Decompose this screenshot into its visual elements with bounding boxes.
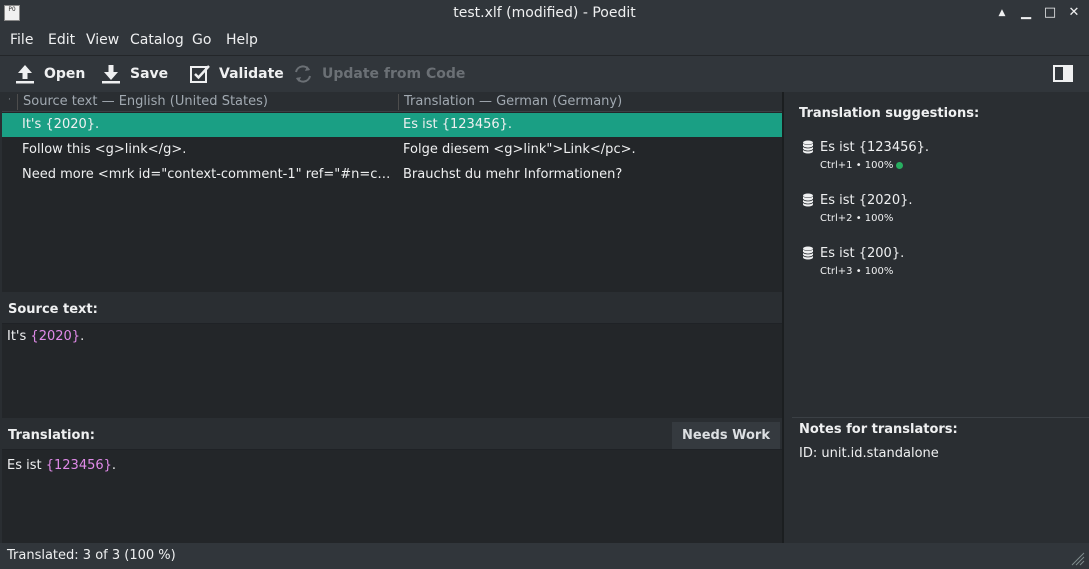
menu-bar: File Edit View Catalog Go Help — [0, 27, 1089, 55]
minimize-button[interactable]: ▁ — [1017, 4, 1035, 22]
row-source: It's {2020}. — [22, 117, 100, 132]
sync-icon — [295, 65, 311, 83]
window-title: test.xlf (modified) - Poedit — [453, 5, 636, 21]
maximize-button[interactable]: □ — [1041, 4, 1059, 22]
status-bar: Translated: 3 of 3 (100 %) — [0, 543, 1089, 569]
open-label: Open — [44, 66, 86, 82]
database-icon — [802, 193, 814, 207]
suggestion-shortcut: Ctrl+3 • 100% — [820, 266, 894, 277]
translation-text-plain: Es ist — [7, 458, 46, 473]
suggestion-item[interactable]: Es ist {123456}. Ctrl+1 • 100% — [802, 138, 1082, 182]
suggestion-shortcut: Ctrl+1 • 100% — [820, 160, 894, 171]
menu-catalog[interactable]: Catalog — [130, 32, 184, 48]
suggestion-shortcut: Ctrl+2 • 100% — [820, 213, 894, 224]
menu-file[interactable]: File — [10, 32, 33, 48]
validate-label: Validate — [219, 66, 284, 82]
translation-label: Translation: — [8, 428, 95, 443]
suggestions-title: Translation suggestions: — [799, 106, 980, 121]
list-row[interactable]: Follow this <g>link</g>. Folge diesem <g… — [2, 138, 782, 162]
menu-view[interactable]: View — [86, 32, 119, 48]
sidebar: Translation suggestions: Es ist {123456}… — [784, 92, 1089, 543]
source-placeholder: {2020} — [30, 329, 81, 344]
toolbar: Open Save Validate Update from Code — [0, 55, 1089, 92]
download-icon — [102, 65, 120, 84]
close-button[interactable]: ✕ — [1065, 4, 1083, 22]
suggestion-text: Es ist {200}. — [820, 246, 905, 261]
row-translation: Brauchst du mehr Informationen? — [403, 167, 623, 182]
menu-go[interactable]: Go — [192, 32, 211, 48]
notes-text: ID: unit.id.standalone — [799, 446, 939, 461]
list-row-selected[interactable]: It's {2020}. Es ist {123456}. — [2, 113, 782, 137]
title-bar: PO test.xlf (modified) - Poedit ▲ ▁ □ ✕ — [0, 0, 1089, 27]
source-text-end: . — [80, 329, 85, 344]
translation-text-end: . — [111, 458, 117, 473]
suggestion-text: Es ist {123456}. — [820, 140, 930, 155]
menu-help[interactable]: Help — [226, 32, 258, 48]
strings-list: · Source text — English (United States) … — [2, 92, 782, 292]
source-text-pane: Source text: It's {2020}. — [2, 294, 782, 418]
translation-progress: Translated: 3 of 3 (100 %) — [7, 548, 176, 563]
list-row[interactable]: Need more <mrk id="context-comment-1" re… — [2, 163, 782, 187]
notes-divider — [792, 417, 1089, 418]
suggestion-item[interactable]: Es ist {200}. Ctrl+3 • 100% — [802, 244, 1082, 288]
open-button[interactable]: Open — [14, 62, 85, 86]
suggestion-text: Es ist {2020}. — [820, 193, 913, 208]
update-from-code-button[interactable]: Update from Code — [292, 62, 465, 86]
needs-work-toggle[interactable]: Needs Work — [672, 422, 780, 449]
translation-label-bar: Translation: Needs Work — [2, 420, 782, 450]
translation-column-header[interactable]: Translation — German (Germany) — [404, 94, 622, 109]
upload-icon — [16, 65, 34, 84]
suggestion-meta: Ctrl+1 • 100% — [820, 160, 904, 171]
keep-above-icon[interactable]: ▲ — [993, 4, 1011, 22]
toggle-sidebar-icon[interactable] — [1053, 65, 1073, 82]
exact-match-icon — [896, 161, 904, 169]
column-separator — [398, 94, 399, 110]
source-text-plain: It's — [7, 329, 31, 344]
checkbox-checked-icon — [190, 65, 210, 83]
translation-placeholder: {123456} — [45, 458, 112, 473]
notes-title: Notes for translators: — [799, 422, 958, 437]
source-text[interactable]: It's {2020}. — [7, 329, 84, 344]
row-translation: Es ist {123456}. — [403, 117, 513, 132]
column-separator — [17, 94, 18, 110]
database-icon — [802, 140, 814, 154]
resize-grip-icon[interactable] — [1069, 550, 1085, 566]
list-header: · Source text — English (United States) … — [2, 92, 782, 112]
source-label-bar: Source text: — [2, 294, 782, 324]
translation-pane: Translation: Needs Work Es ist {123456}. — [2, 420, 782, 543]
row-source: Need more <mrk id="context-comment-1" re… — [22, 167, 394, 182]
status-column-header[interactable]: · — [8, 95, 11, 105]
update-from-code-label: Update from Code — [322, 66, 466, 82]
source-text-label: Source text: — [8, 302, 98, 317]
menu-edit[interactable]: Edit — [48, 32, 75, 48]
translation-editor[interactable]: Es ist {123456}. — [7, 458, 116, 473]
row-translation: Folge diesem <g>link">Link</pc>. — [403, 142, 636, 157]
suggestion-item[interactable]: Es ist {2020}. Ctrl+2 • 100% — [802, 191, 1082, 235]
save-button[interactable]: Save — [100, 62, 168, 86]
validate-button[interactable]: Validate — [189, 62, 284, 86]
row-source: Follow this <g>link</g>. — [22, 142, 187, 157]
database-icon — [802, 246, 814, 260]
save-label: Save — [130, 66, 169, 82]
source-column-header[interactable]: Source text — English (United States) — [23, 94, 268, 109]
